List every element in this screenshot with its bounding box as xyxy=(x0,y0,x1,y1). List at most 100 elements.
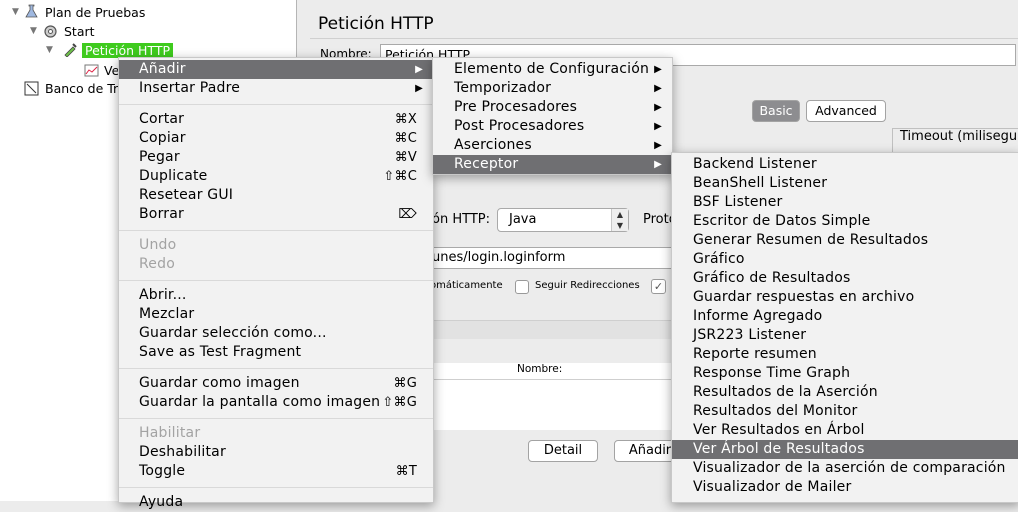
menu-item-mezclar[interactable]: Mezclar xyxy=(119,305,433,324)
submenu-arrow-icon: ▶ xyxy=(654,83,662,94)
menu-item-backend-listener[interactable]: Backend Listener xyxy=(672,155,1018,174)
menu-item-borrar[interactable]: Borrar ⌦ xyxy=(119,205,433,224)
menu-item-label: Abrir... xyxy=(139,287,187,303)
menu-item-label: Visualizador de Mailer xyxy=(693,479,852,495)
menu-item-label: Copiar xyxy=(139,130,186,146)
menu-item-copiar[interactable]: Copiar ⌘C xyxy=(119,129,433,148)
menu-item-label: Deshabilitar xyxy=(139,444,226,460)
menu-item-label: Ver Árbol de Resultados xyxy=(693,441,865,457)
menu-item-guardar-como-imagen[interactable]: Guardar como imagen ⌘G xyxy=(119,374,433,393)
menu-item-beanshell-listener[interactable]: BeanShell Listener xyxy=(672,174,1018,193)
menu-item-label: Gráfico xyxy=(693,251,745,267)
menu-item-undo: Undo xyxy=(119,236,433,255)
menu-item-label: Backend Listener xyxy=(693,156,817,172)
menu-item-temporizador[interactable]: Temporizador ▶ xyxy=(433,79,672,98)
menu-item-ver-resultados-en-arbol[interactable]: Ver Resultados en Árbol xyxy=(672,421,1018,440)
path-field[interactable]: unes/login.loginform xyxy=(430,247,673,269)
menu-item-label: Gráfico de Resultados xyxy=(693,270,851,286)
parameters-table[interactable] xyxy=(430,380,675,430)
parameters-table-header: Nombre: xyxy=(430,363,675,380)
menu-item-pre-procesadores[interactable]: Pre Procesadores ▶ xyxy=(433,98,672,117)
menu-item-grafico-de-resultados[interactable]: Gráfico de Resultados xyxy=(672,269,1018,288)
menu-item-label: Guardar la pantalla como imagen xyxy=(139,394,381,410)
menu-item-deshabilitar[interactable]: Deshabilitar xyxy=(119,443,433,462)
menu-item-visualizador-de-la-asercion-de-comparacion[interactable]: Visualizador de la aserción de comparaci… xyxy=(672,459,1018,478)
menu-item-guardar-la-pantalla-como-imagen[interactable]: Guardar la pantalla como imagen ⇧⌘G xyxy=(119,393,433,412)
menu-item-label: BeanShell Listener xyxy=(693,175,828,191)
menu-item-visualizador-de-mailer[interactable]: Visualizador de Mailer xyxy=(672,478,1018,497)
submenu-arrow-icon: ▶ xyxy=(654,102,662,113)
menu-item-reporte-resumen[interactable]: Reporte resumen xyxy=(672,345,1018,364)
menu-item-escritor-de-datos-simple[interactable]: Escritor de Datos Simple xyxy=(672,212,1018,231)
menu-item-guardar-respuestas-en-archivo[interactable]: Guardar respuestas en archivo xyxy=(672,288,1018,307)
menu-item-resetear-gui[interactable]: Resetear GUI xyxy=(119,186,433,205)
menu-item-elemento-de-configuracion[interactable]: Elemento de Configuración ▶ xyxy=(433,60,672,79)
tree-item-results-tree[interactable]: Ve xyxy=(104,62,119,80)
menu-item-ver-arbol-de-resultados[interactable]: Ver Árbol de Resultados xyxy=(672,440,1018,459)
menu-item-abrir[interactable]: Abrir... xyxy=(119,286,433,305)
menu-item-informe-agregado[interactable]: Informe Agregado xyxy=(672,307,1018,326)
menu-item-toggle[interactable]: Toggle ⌘T xyxy=(119,462,433,481)
shortcut-hint: ⌘C xyxy=(394,131,417,146)
expand-triangle-icon[interactable]: ▼ xyxy=(12,7,19,17)
pipette-icon xyxy=(64,43,77,57)
menu-item-anadir[interactable]: Añadir ▶ xyxy=(119,60,433,79)
menu-item-label: Cortar xyxy=(139,111,185,127)
graph-icon xyxy=(84,64,99,77)
tab-advanced[interactable]: Advanced xyxy=(806,100,886,122)
menu-item-label: Receptor xyxy=(454,156,519,172)
menu-item-label: Ver Resultados en Árbol xyxy=(693,422,865,438)
expand-triangle-icon[interactable]: ▼ xyxy=(30,26,37,36)
menu-item-resultados-del-monitor[interactable]: Resultados del Monitor xyxy=(672,402,1018,421)
implementation-select[interactable]: Java ▲ ▼ xyxy=(497,208,629,232)
context-menu: Añadir ▶ Insertar Padre ▶ Cortar ⌘X Copiar ⌘C Pe… xyxy=(118,57,434,510)
menu-item-jsr223-listener[interactable]: JSR223 Listener xyxy=(672,326,1018,345)
menu-item-duplicate[interactable]: Duplicate ⇧⌘C xyxy=(119,167,433,186)
submenu-arrow-icon: ▶ xyxy=(654,140,662,151)
menu-item-label: Aserciones xyxy=(454,137,532,153)
workbench-icon xyxy=(24,81,39,96)
tree-item-start[interactable]: Start xyxy=(64,23,95,41)
menu-item-cortar[interactable]: Cortar ⌘X xyxy=(119,110,433,129)
menu-item-response-time-graph[interactable]: Response Time Graph xyxy=(672,364,1018,383)
shortcut-hint: ⌘G xyxy=(393,376,417,391)
menu-item-label: Toggle xyxy=(139,463,186,479)
tab-basic[interactable]: Basic xyxy=(752,100,800,122)
menu-separator xyxy=(119,230,433,231)
tree-item-test-plan[interactable]: Plan de Pruebas xyxy=(45,4,145,22)
menu-item-pegar[interactable]: Pegar ⌘V xyxy=(119,148,433,167)
expand-triangle-icon[interactable]: ▼ xyxy=(46,45,53,55)
keepalive-checkbox[interactable]: ✓ xyxy=(651,279,666,294)
menu-item-resultados-de-la-asercion[interactable]: Resultados de la Aserción xyxy=(672,383,1018,402)
menu-item-post-procesadores[interactable]: Post Procesadores ▶ xyxy=(433,117,672,136)
detail-button[interactable]: Detail xyxy=(528,440,598,462)
menu-separator xyxy=(119,280,433,281)
menu-item-label: Guardar respuestas en archivo xyxy=(693,289,915,305)
menu-item-label: Guardar selección como... xyxy=(139,325,327,341)
submenu-arrow-icon: ▶ xyxy=(654,64,662,75)
menu-item-receptor[interactable]: Receptor ▶ xyxy=(433,155,672,174)
menu-item-label: Visualizador de la aserción de comparaci… xyxy=(693,460,1006,476)
menu-item-guardar-seleccion-como[interactable]: Guardar selección como... xyxy=(119,324,433,343)
menu-item-aserciones[interactable]: Aserciones ▶ xyxy=(433,136,672,155)
menu-item-save-as-test-fragment[interactable]: Save as Test Fragment xyxy=(119,343,433,362)
auto-redirect-label: omáticamente xyxy=(430,280,503,291)
follow-redirects-checkbox[interactable] xyxy=(515,280,529,294)
menu-item-label: Post Procesadores xyxy=(454,118,585,134)
menu-item-habilitar: Habilitar xyxy=(119,424,433,443)
shortcut-hint: ⇧⌘C xyxy=(383,169,417,184)
menu-item-label: Response Time Graph xyxy=(693,365,851,381)
menu-item-label: Redo xyxy=(139,256,175,272)
menu-item-generar-resumen-de-resultados[interactable]: Generar Resumen de Resultados xyxy=(672,231,1018,250)
menu-item-bsf-listener[interactable]: BSF Listener xyxy=(672,193,1018,212)
menu-item-label: Guardar como imagen xyxy=(139,375,300,391)
tree-item-workbench[interactable]: Banco de Tra xyxy=(45,80,126,98)
implementation-label: ón HTTP: xyxy=(432,212,490,227)
menu-item-ayuda[interactable]: Ayuda xyxy=(119,493,433,512)
menu-item-grafico[interactable]: Gráfico xyxy=(672,250,1018,269)
page-title: Petición HTTP xyxy=(318,14,434,34)
menu-item-label: Informe Agregado xyxy=(693,308,823,324)
menu-item-insertar-padre[interactable]: Insertar Padre ▶ xyxy=(119,79,433,98)
menu-item-label: Resultados de la Aserción xyxy=(693,384,878,400)
shortcut-hint: ⌘V xyxy=(394,150,417,165)
